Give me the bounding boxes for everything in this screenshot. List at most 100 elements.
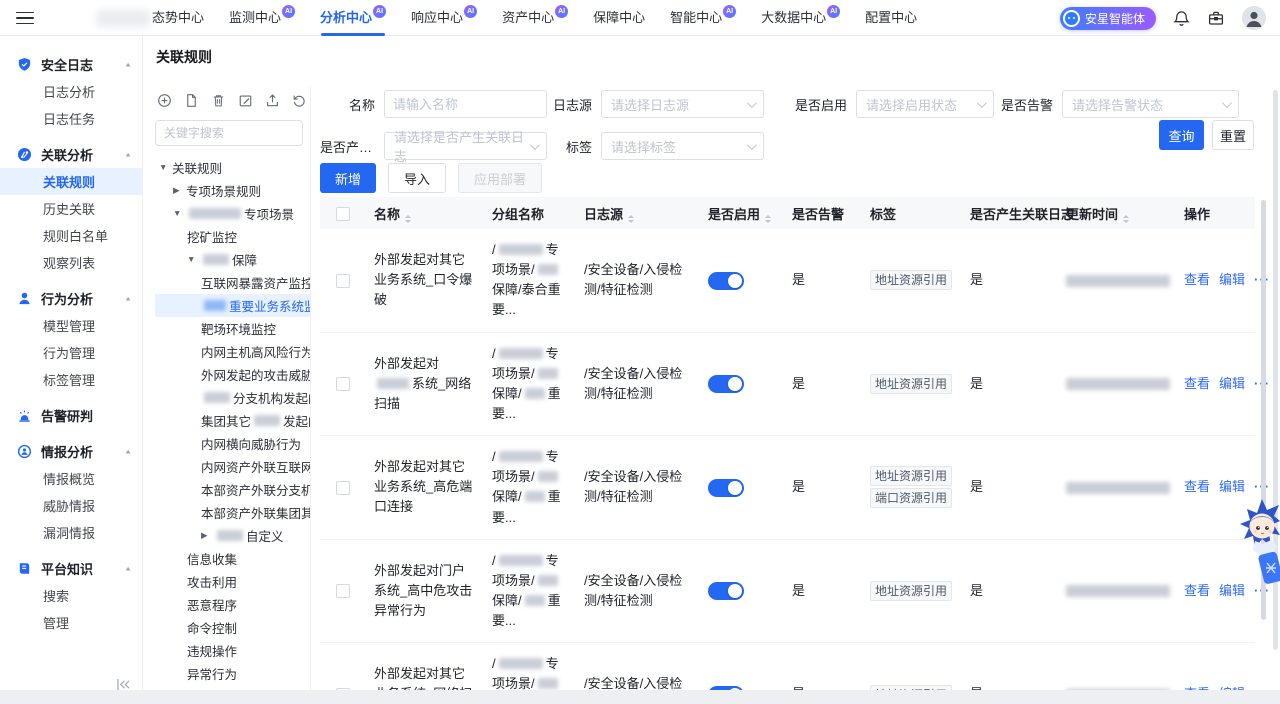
tree-item[interactable]: 靶场环境监控	[155, 317, 310, 340]
bell-icon[interactable]	[1173, 10, 1190, 27]
export-icon[interactable]	[265, 93, 280, 108]
col-enabled[interactable]: 是否启用	[700, 197, 784, 229]
enabled-toggle[interactable]	[708, 375, 744, 393]
enabled-toggle[interactable]	[708, 582, 744, 600]
sidebar-item-模型管理[interactable]: 模型管理	[0, 312, 142, 339]
tree-item[interactable]: 挖矿监控	[155, 225, 310, 248]
col-updated[interactable]: 更新时间	[1058, 197, 1176, 229]
query-button[interactable]: 查询	[1159, 120, 1204, 150]
reset-button[interactable]: 重置	[1212, 120, 1254, 150]
nav-item[interactable]: 资产中心AI	[502, 0, 568, 36]
sidebar-group-header[interactable]: 行为分析▲	[0, 284, 142, 312]
import-button[interactable]: 导入	[388, 163, 446, 193]
sidebar-item-日志分析[interactable]: 日志分析	[0, 78, 142, 105]
nav-item[interactable]: 监测中心AI	[229, 0, 295, 36]
tree-item[interactable]: 违规操作	[155, 639, 310, 662]
nav-item[interactable]: 大数据中心AI	[761, 0, 840, 36]
sidebar-group-header[interactable]: 安全日志▲	[0, 50, 142, 78]
alarm-select[interactable]: 请选择告警状态	[1062, 90, 1239, 118]
menu-toggle-icon[interactable]	[16, 9, 34, 27]
enabled-cell	[700, 332, 784, 436]
view-link[interactable]: 查看	[1184, 272, 1210, 287]
caret-down-icon: ▼	[187, 255, 200, 264]
enabled-select[interactable]: 请选择启用状态	[856, 90, 994, 118]
col-logsource[interactable]: 日志源	[576, 197, 700, 229]
edit-link[interactable]: 编辑	[1219, 479, 1245, 494]
tree-item[interactable]: 本部资产外联集团其...	[155, 501, 310, 524]
tree-item[interactable]: ▶专项场景规则	[155, 179, 310, 202]
row-checkbox[interactable]	[336, 377, 350, 391]
sidebar-item-标签管理[interactable]: 标签管理	[0, 366, 142, 393]
nav-item[interactable]: 配置中心	[865, 0, 917, 36]
edit-link[interactable]: 编辑	[1219, 376, 1245, 391]
sidebar-item-搜索[interactable]: 搜索	[0, 582, 142, 609]
sidebar-item-管理[interactable]: 管理	[0, 609, 142, 636]
redacted-text	[254, 415, 280, 426]
produce-select[interactable]: 请选择是否产生关联日志	[384, 132, 547, 160]
view-link[interactable]: 查看	[1184, 376, 1210, 391]
tag-select[interactable]: 请选择标签	[601, 132, 764, 160]
sidebar-item-威胁情报[interactable]: 威胁情报	[0, 492, 142, 519]
col-name[interactable]: 名称	[366, 197, 484, 229]
row-checkbox[interactable]	[336, 481, 350, 495]
sidebar-group-header[interactable]: 平台知识▲	[0, 554, 142, 582]
tree-item[interactable]: 内网主机高风险行为...	[155, 340, 310, 363]
tree-item[interactable]: 异常行为	[155, 662, 310, 685]
mascot-assistant[interactable]	[1233, 497, 1280, 589]
sidebar-item-情报概览[interactable]: 情报概览	[0, 465, 142, 492]
tree-item[interactable]: 恶意程序	[155, 593, 310, 616]
name-filter-input[interactable]	[384, 90, 547, 118]
user-avatar[interactable]	[1242, 6, 1266, 30]
nav-item[interactable]: 响应中心AI	[411, 0, 477, 36]
tree-item[interactable]: ▶自定义	[155, 524, 310, 547]
view-link[interactable]: 查看	[1184, 583, 1210, 598]
new-file-icon[interactable]	[184, 93, 199, 108]
nav-item[interactable]: 态势中心	[152, 0, 204, 36]
tree-item[interactable]: ▼保障	[155, 248, 310, 271]
tree-item[interactable]: 命令控制	[155, 616, 310, 639]
nav-item[interactable]: 智能中心AI	[670, 0, 736, 36]
edit-link[interactable]: 编辑	[1219, 272, 1245, 287]
tree-item[interactable]: 信息收集	[155, 547, 310, 570]
tree-item[interactable]: 分支机构发起的...	[155, 386, 310, 409]
ai-assistant-button[interactable]: 安星智能体	[1060, 7, 1156, 30]
enabled-toggle[interactable]	[708, 479, 744, 497]
sidebar-item-观察列表[interactable]: 观察列表	[0, 249, 142, 276]
tree-search-input[interactable]	[155, 120, 303, 146]
edit-icon[interactable]	[238, 93, 253, 108]
tree-item[interactable]: 本部资产外联分支机...	[155, 478, 310, 501]
tree-item[interactable]: 集团其它发起的...	[155, 409, 310, 432]
sidebar-item-关联规则[interactable]: 关联规则	[0, 168, 142, 195]
sidebar-item-漏洞情报[interactable]: 漏洞情报	[0, 519, 142, 546]
tree-item[interactable]: 内网资产外联互联网...	[155, 455, 310, 478]
sidebar-group-header[interactable]: 告警研判	[0, 401, 142, 429]
select-all-checkbox[interactable]	[336, 207, 350, 221]
tree-item[interactable]: 外网发起的攻击威胁	[155, 363, 310, 386]
undo-icon[interactable]	[292, 93, 307, 108]
chevron-down-icon	[747, 98, 757, 108]
tree-item[interactable]: 内网横向威胁行为	[155, 432, 310, 455]
sidebar-item-规则白名单[interactable]: 规则白名单	[0, 222, 142, 249]
delete-icon[interactable]	[211, 93, 226, 108]
nav-item[interactable]: 保障中心	[593, 0, 645, 36]
logsource-select[interactable]: 请选择日志源	[601, 90, 764, 118]
add-circle-icon[interactable]	[157, 93, 172, 108]
add-button[interactable]: 新增	[320, 163, 376, 193]
tree-item[interactable]: 重要业务系统监控	[155, 294, 310, 317]
toolbox-icon[interactable]	[1207, 10, 1225, 27]
nav-item[interactable]: 分析中心AI	[320, 0, 386, 36]
tree-item[interactable]: 互联网暴露资产监控	[155, 271, 310, 294]
view-link[interactable]: 查看	[1184, 479, 1210, 494]
table-row: 外部发起对门户系统_高中危攻击异常行为/专项场景/保障/重要.../安全设备/入…	[320, 539, 1255, 643]
row-checkbox[interactable]	[336, 274, 350, 288]
tree-item[interactable]: ▼专项场景	[155, 202, 310, 225]
sidebar-group-header[interactable]: 情报分析▲	[0, 437, 142, 465]
sidebar-item-日志任务[interactable]: 日志任务	[0, 105, 142, 132]
sidebar-group-header[interactable]: 关联分析▲	[0, 140, 142, 168]
sidebar-item-行为管理[interactable]: 行为管理	[0, 339, 142, 366]
tree-item[interactable]: ▼关联规则	[155, 156, 310, 179]
tree-item[interactable]: 攻击利用	[155, 570, 310, 593]
row-checkbox[interactable]	[336, 584, 350, 598]
enabled-toggle[interactable]	[708, 272, 744, 290]
sidebar-item-历史关联[interactable]: 历史关联	[0, 195, 142, 222]
